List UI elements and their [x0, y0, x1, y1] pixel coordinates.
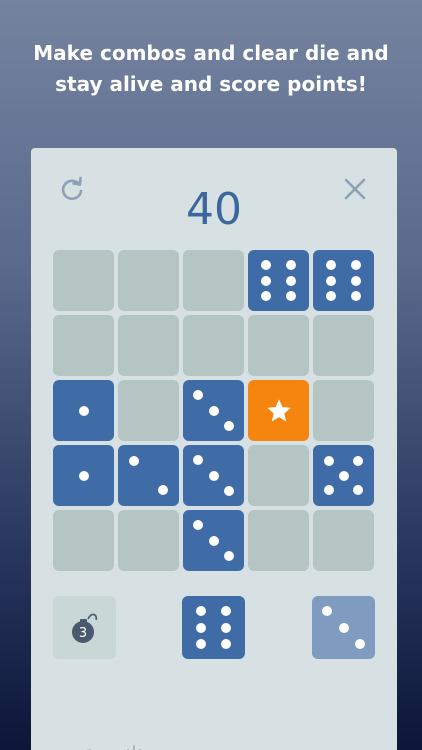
promo-line-1: Make combos and clear die and	[33, 41, 389, 65]
close-icon	[344, 178, 366, 200]
sparkle-icon	[127, 745, 141, 750]
empty-cell[interactable]	[248, 315, 309, 376]
die-face-3	[183, 380, 244, 441]
star-tile[interactable]	[248, 380, 309, 441]
empty-cell[interactable]	[118, 315, 179, 376]
pip	[192, 389, 203, 400]
promo-headline: Make combos and clear die and stay alive…	[0, 38, 422, 100]
empty-cell[interactable]	[53, 510, 114, 571]
die-tile[interactable]	[118, 445, 179, 506]
pip	[350, 275, 361, 286]
pip	[326, 275, 337, 286]
pip	[221, 638, 232, 649]
next-die-piece[interactable]	[182, 596, 245, 659]
pip	[338, 622, 349, 633]
pip	[208, 535, 219, 546]
pip	[261, 259, 272, 270]
die-face-3	[183, 510, 244, 571]
pip	[78, 470, 89, 481]
pip	[323, 485, 334, 496]
die-face-3	[183, 445, 244, 506]
pip	[338, 470, 349, 481]
promo-line-2: stay alive and score points!	[55, 72, 367, 96]
game-board	[53, 250, 375, 572]
pip	[221, 622, 232, 633]
die-tile[interactable]	[53, 445, 114, 506]
bomb-icon: 3	[71, 613, 97, 643]
die-tile[interactable]	[183, 380, 244, 441]
empty-cell[interactable]	[248, 510, 309, 571]
empty-cell[interactable]	[118, 250, 179, 311]
die-tile[interactable]	[248, 250, 309, 311]
die-face-6	[313, 250, 374, 311]
bomb-slot[interactable]: 3	[53, 596, 116, 659]
game-panel: 40 3	[31, 148, 397, 750]
pip	[285, 291, 296, 302]
pip	[354, 638, 365, 649]
die-tile[interactable]	[183, 510, 244, 571]
pip	[285, 275, 296, 286]
pip	[350, 259, 361, 270]
pip	[350, 291, 361, 302]
empty-cell[interactable]	[313, 510, 374, 571]
pip	[221, 606, 232, 617]
pip	[261, 291, 272, 302]
pip	[353, 455, 364, 466]
pip	[322, 606, 333, 617]
close-button[interactable]	[338, 172, 372, 206]
pip	[224, 551, 235, 562]
die-face-6	[248, 250, 309, 311]
pip	[195, 622, 206, 633]
die-face-1	[53, 380, 114, 441]
bomb-count: 3	[78, 626, 86, 641]
pip	[128, 455, 139, 466]
pip	[195, 606, 206, 617]
pip	[208, 470, 219, 481]
pip	[208, 405, 219, 416]
die-tile[interactable]	[53, 380, 114, 441]
die-face-6	[182, 596, 245, 659]
die-tile[interactable]	[313, 445, 374, 506]
pip	[323, 455, 334, 466]
empty-cell[interactable]	[53, 315, 114, 376]
tool-icon-left	[86, 749, 92, 750]
empty-cell[interactable]	[118, 380, 179, 441]
pip	[78, 405, 89, 416]
pip	[353, 485, 364, 496]
star-icon	[266, 398, 291, 421]
die-face-3	[312, 596, 375, 659]
pip	[224, 421, 235, 432]
help-icon	[337, 742, 367, 750]
piece-tray: 3	[53, 596, 375, 659]
die-face-1	[53, 445, 114, 506]
empty-cell[interactable]	[53, 250, 114, 311]
empty-cell[interactable]	[248, 445, 309, 506]
pip	[326, 259, 337, 270]
pip	[285, 259, 296, 270]
empty-cell[interactable]	[183, 315, 244, 376]
die-face-2	[118, 445, 179, 506]
empty-cell[interactable]	[118, 510, 179, 571]
die-tile[interactable]	[183, 445, 244, 506]
pip	[261, 275, 272, 286]
pip	[192, 519, 203, 530]
die-face-5	[313, 445, 374, 506]
pip	[224, 486, 235, 497]
empty-cell[interactable]	[183, 250, 244, 311]
pip	[326, 291, 337, 302]
empty-cell[interactable]	[313, 315, 374, 376]
queued-die-piece	[312, 596, 375, 659]
die-tile[interactable]	[313, 250, 374, 311]
pip	[195, 638, 206, 649]
pip	[192, 454, 203, 465]
pip	[158, 485, 169, 496]
empty-cell[interactable]	[313, 380, 374, 441]
